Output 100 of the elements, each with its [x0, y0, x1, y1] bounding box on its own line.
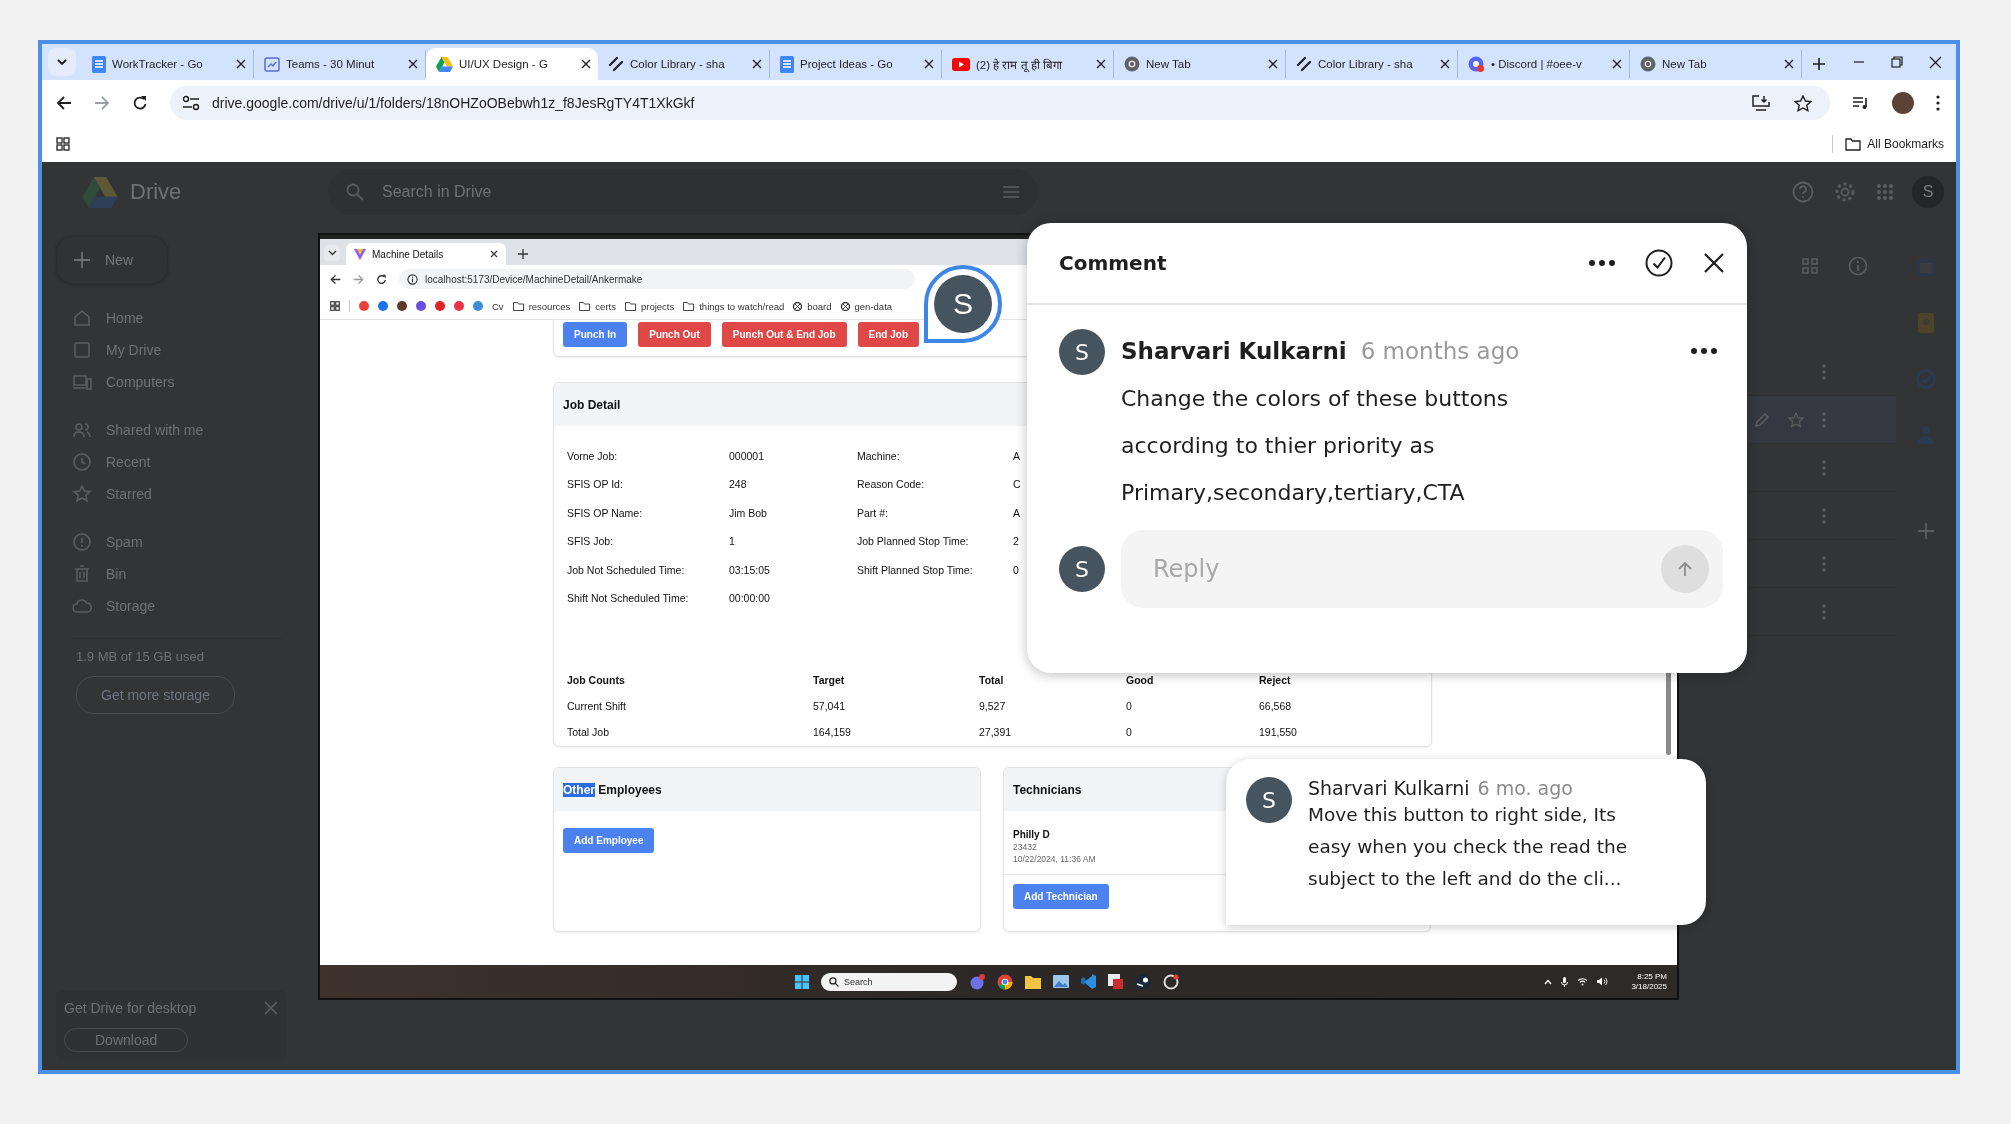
restore-icon[interactable] [1891, 56, 1903, 68]
action-button[interactable]: Punch In [563, 322, 628, 347]
bookmark[interactable]: board [793, 300, 832, 312]
browser-tab[interactable]: Project Ideas - Go [770, 50, 942, 78]
browser-tab[interactable]: New Tab [1114, 50, 1286, 78]
menu-icon[interactable] [1936, 95, 1940, 111]
field-label: SFIS OP Name: [567, 505, 643, 521]
tab-list-button[interactable] [324, 245, 340, 261]
bookmark-folder[interactable]: certs [579, 300, 616, 312]
bookmark-folder[interactable]: projects [624, 300, 675, 312]
close-icon[interactable] [924, 59, 934, 69]
apps-icon[interactable] [56, 137, 70, 151]
microphone-icon[interactable] [1561, 976, 1569, 987]
add-icon[interactable] [518, 249, 528, 259]
install-icon[interactable] [1752, 95, 1770, 111]
plus-icon [73, 251, 91, 269]
account-avatar[interactable]: S [1912, 176, 1944, 208]
media-icon[interactable] [1852, 96, 1870, 110]
volume-icon[interactable] [1597, 977, 1609, 986]
browser-tab[interactable]: WorkTracker - Go [82, 50, 254, 78]
browser-tab[interactable]: • Discord | #oee-v [1458, 50, 1630, 78]
search-input[interactable]: Search in Drive [380, 182, 986, 202]
site-icon[interactable] [378, 301, 388, 311]
bookmark-folder[interactable]: resources [512, 300, 571, 312]
close-icon[interactable] [1440, 59, 1450, 69]
code-icon[interactable] [1081, 974, 1096, 989]
action-button[interactable]: Punch Out [638, 322, 711, 347]
add-employee-button[interactable]: Add Employee [563, 828, 655, 854]
field-label: Job Not Scheduled Time: [567, 562, 685, 578]
browser-tab[interactable]: Color Library - sha [598, 50, 770, 78]
search-bar[interactable]: Search in Drive [328, 169, 1038, 215]
browser-tab[interactable]: New Tab [1630, 50, 1802, 78]
app-icon[interactable] [1108, 974, 1123, 989]
browser-tab[interactable]: Color Library - sha [1286, 50, 1458, 78]
forward-icon[interactable] [94, 95, 110, 111]
comment-tooltip[interactable]: S Sharvari Kulkarni 6 mo. ago Move this button to right side, Its easy when you check the read the subject to the left and do the cli... [1226, 759, 1706, 925]
close-icon[interactable] [1784, 59, 1794, 69]
globe-icon[interactable] [997, 973, 1013, 990]
browser-tab[interactable]: (2) हे राम तू ही बिगा [942, 50, 1114, 78]
site-settings-icon[interactable] [182, 95, 200, 111]
site-icon[interactable] [454, 301, 464, 311]
add-icon[interactable] [1812, 57, 1826, 71]
action-button[interactable]: Punch Out & End Job [721, 322, 847, 347]
document-icon [780, 55, 794, 73]
app-icon [1468, 55, 1485, 73]
calendar-icon [264, 56, 280, 72]
user-avatar: S [1059, 329, 1105, 375]
tab-list-button[interactable] [48, 48, 76, 76]
reply-input[interactable]: Reply [1151, 554, 1661, 584]
folder-icon[interactable] [1025, 974, 1041, 989]
all-bookmarks-button[interactable]: All Bookmarks [1845, 137, 1944, 151]
column-header: Good [1126, 673, 1154, 689]
close-icon[interactable] [581, 59, 591, 69]
bookmark[interactable]: gen-data [840, 300, 893, 312]
forward-icon[interactable] [353, 273, 364, 285]
reload-icon[interactable] [132, 95, 148, 111]
close-icon[interactable] [1703, 252, 1725, 274]
clock-time[interactable]: 8:25 PM [1637, 971, 1667, 982]
site-icon[interactable] [397, 301, 407, 311]
reply-box[interactable]: Reply [1121, 530, 1723, 608]
add-technician-button[interactable]: Add Technician [1013, 884, 1109, 910]
table-cell-text: 9,527 [979, 699, 1006, 715]
bookmark[interactable]: Cv [492, 300, 504, 312]
caret-icon [327, 250, 337, 256]
star-icon[interactable] [1794, 94, 1812, 112]
site-icon[interactable] [435, 301, 445, 311]
close-icon[interactable] [1929, 56, 1942, 69]
clock-date[interactable]: 3/18/2025 [1631, 981, 1667, 992]
close-icon[interactable] [752, 59, 762, 69]
app-icon[interactable] [1163, 973, 1179, 990]
site-icon[interactable] [416, 301, 426, 311]
more-icon[interactable] [1691, 348, 1717, 354]
more-icon[interactable] [1589, 260, 1615, 266]
profile-avatar[interactable] [1892, 92, 1914, 114]
back-icon[interactable] [330, 273, 341, 285]
close-icon[interactable] [1612, 59, 1622, 69]
table-cell-text: 164,159 [813, 725, 851, 741]
start-icon[interactable] [795, 974, 809, 989]
close-icon[interactable] [1096, 59, 1106, 69]
bookmark-folder[interactable]: things to watch/read [683, 300, 785, 312]
wifi-icon[interactable] [1577, 977, 1589, 986]
browser-tab[interactable]: UI/UX Design - G [426, 48, 598, 80]
close-icon[interactable] [1268, 59, 1278, 69]
star-icon[interactable] [1788, 411, 1804, 428]
back-icon[interactable] [56, 95, 72, 111]
resolve-icon[interactable] [1645, 249, 1673, 277]
address-bar[interactable]: localhost:5173/Device/MachineDetail/Ankermake [399, 269, 915, 289]
action-button[interactable]: End Job [857, 322, 920, 347]
browser-tab[interactable]: Machine Details [346, 243, 506, 265]
search-input[interactable]: Search [844, 976, 934, 987]
apps-icon[interactable] [330, 301, 340, 311]
address-bar[interactable]: drive.google.com/drive/u/1/folders/18nOHZoOBebwh1z_f8JesRgTY4T1XkGkf [170, 86, 1830, 120]
close-icon[interactable] [236, 59, 246, 69]
chevron-up-icon[interactable] [1544, 978, 1553, 985]
close-icon[interactable] [408, 59, 418, 69]
reload-icon[interactable] [376, 273, 387, 285]
taskbar-search-bar[interactable]: Search [821, 972, 957, 991]
app-icon[interactable] [1135, 973, 1151, 990]
technician-date: 10/22/2024, 11:36 AM [1013, 854, 1096, 865]
close-icon[interactable] [490, 250, 498, 258]
